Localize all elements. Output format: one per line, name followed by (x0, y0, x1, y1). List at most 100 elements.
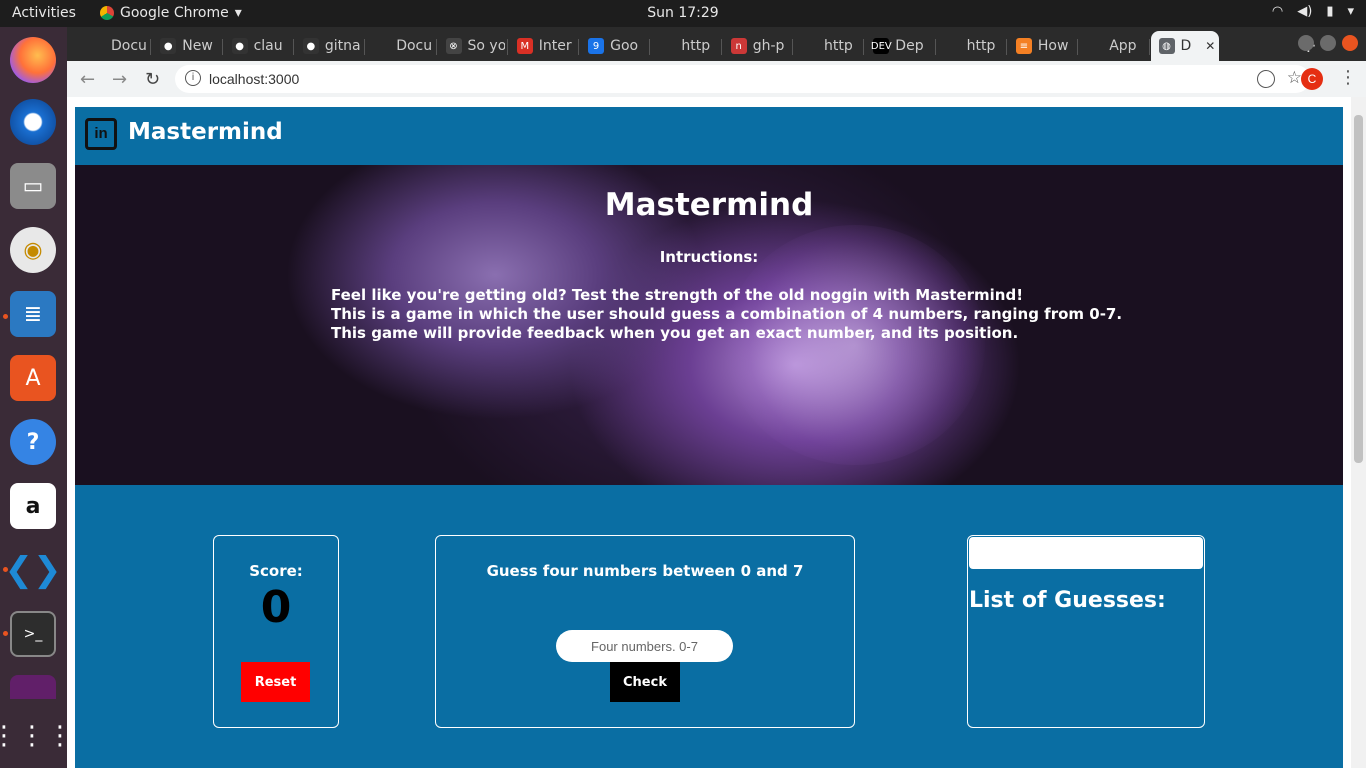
tab-label: http (966, 38, 996, 54)
page-icon (802, 38, 818, 54)
browser-tab[interactable]: Docu (366, 31, 433, 61)
tab-separator (792, 39, 793, 55)
page-scrollbar[interactable] (1351, 97, 1366, 768)
mastermind-app: in Mastermind Mastermind Intructions: Fe… (75, 107, 1343, 768)
minimize-button[interactable] (1298, 35, 1314, 51)
browser-tab[interactable]: M Inter (509, 31, 576, 61)
tab-label: D (1180, 38, 1192, 54)
running-indicator (3, 314, 8, 319)
forward-button[interactable]: → (112, 69, 127, 90)
browser-tab[interactable]: n gh-p (723, 31, 790, 61)
tab-separator (649, 39, 651, 55)
show-apps-icon[interactable]: ⋮⋮⋮ (0, 713, 73, 759)
system-tray[interactable]: ◠ ◀) ▮ ▾ (1272, 4, 1354, 19)
x-circle-icon: ⊗ (445, 38, 462, 54)
reset-button[interactable]: Reset (241, 662, 310, 702)
tab-label: App (1109, 38, 1137, 54)
dock: ▭ ◉ ≣ A ? a ❮❯ >_ ⋮⋮⋮ (0, 27, 73, 768)
maximize-button[interactable] (1320, 35, 1336, 51)
score-label: Score: (249, 562, 303, 580)
activities-button[interactable]: Activities (12, 5, 76, 21)
score-card: Score: 0 Reset (213, 535, 339, 728)
page-icon (945, 38, 961, 54)
rhythmbox-icon[interactable]: ◉ (10, 227, 56, 273)
browser-tab[interactable]: 9 Goo (580, 31, 647, 61)
tab-label: gitna (324, 38, 361, 54)
bookmark-star-icon[interactable]: ☆ (1287, 68, 1302, 88)
tab-label: clau (253, 38, 283, 54)
files-icon[interactable]: ▭ (10, 163, 56, 209)
wifi-icon: ◠ (1271, 4, 1284, 19)
browser-tab[interactable]: http (937, 31, 1004, 61)
browser-tab[interactable]: ⊗ So yo (438, 31, 505, 61)
check-button[interactable]: Check (610, 662, 680, 702)
github-icon: ● (160, 38, 177, 54)
window-controls (1298, 35, 1358, 51)
back-button[interactable]: ← (80, 69, 95, 90)
running-indicator (3, 631, 8, 636)
browser-tab[interactable]: Docu (81, 31, 148, 61)
browser-tab[interactable]: DEV Dep (865, 31, 932, 61)
browser-tab[interactable]: ● gitna (295, 31, 362, 61)
browser-tab[interactable]: App (1079, 31, 1146, 61)
chevron-down-icon: ▾ (234, 5, 242, 21)
tab-separator (934, 39, 936, 55)
scrollbar-thumb[interactable] (1354, 115, 1363, 463)
battery-icon: ▮ (1326, 4, 1334, 19)
github-icon: ● (231, 38, 248, 54)
info-icon[interactable]: i (185, 70, 201, 86)
guesses-card: List of Guesses: (967, 535, 1205, 728)
volume-icon: ◀) (1297, 4, 1313, 19)
tab-label: http (824, 38, 853, 54)
browser-tab[interactable]: http (794, 31, 861, 61)
tab-active[interactable]: ◍ D ✕ (1150, 31, 1219, 61)
amazon-icon[interactable]: a (10, 483, 56, 529)
page-icon (1087, 38, 1103, 54)
help-icon[interactable]: ? (10, 419, 56, 465)
vscode-icon[interactable]: ❮❯ (5, 547, 62, 593)
browser-tab[interactable]: ≡ How (1008, 31, 1075, 61)
reload-button[interactable]: ↻ (145, 69, 160, 90)
extension-icon[interactable] (1257, 70, 1275, 88)
instruction-line: This game will provide feedback when you… (331, 324, 1019, 342)
page-viewport: in Mastermind Mastermind Intructions: Fe… (67, 97, 1366, 768)
guess-prompt: Guess four numbers between 0 and 7 (486, 562, 804, 580)
browser-tab[interactable]: http (651, 31, 718, 61)
tab-label: Goo (610, 38, 639, 54)
github-icon: ● (302, 38, 319, 54)
app-menu-label: Google Chrome (120, 5, 229, 21)
guess-input[interactable] (556, 630, 733, 662)
close-window-button[interactable] (1342, 35, 1358, 51)
tab-separator (1005, 39, 1007, 55)
globe-icon: ◍ (1158, 38, 1175, 54)
software-center-icon[interactable]: A (10, 355, 56, 401)
npm-icon: n (730, 38, 747, 54)
tab-strip: Docu ● New ● clau ● gitna Docu ⊗ So yo M Inter 9 Goo h… (67, 27, 1366, 61)
terminal-icon[interactable]: >_ (10, 611, 56, 657)
hero-banner: Mastermind Intructions: Feel like you're… (75, 165, 1343, 485)
clock[interactable]: Sun 17:29 (647, 5, 718, 21)
firefox-icon[interactable] (10, 37, 56, 83)
linkedin-logo-icon[interactable]: in (85, 118, 117, 150)
instruction-line: Feel like you're getting old? Test the s… (331, 286, 1024, 304)
instructions-heading: Intructions: (659, 248, 759, 266)
tab-separator (578, 39, 580, 55)
site-navbar: in Mastermind (75, 107, 1343, 165)
dev-icon: DEV (871, 38, 892, 54)
tab-separator (1077, 39, 1079, 55)
close-tab-icon[interactable]: ✕ (1205, 39, 1215, 53)
tab-label: So yo (467, 38, 505, 54)
profile-avatar[interactable]: C (1301, 68, 1323, 90)
running-indicator (3, 567, 8, 572)
thunderbird-icon[interactable] (10, 99, 56, 145)
browser-tab[interactable]: ● clau (224, 31, 291, 61)
site-brand[interactable]: Mastermind (128, 119, 283, 145)
address-bar[interactable]: i localhost:3000 ☆ (175, 65, 1310, 93)
browser-tab[interactable]: ● New (152, 31, 219, 61)
writer-icon[interactable]: ≣ (10, 291, 56, 337)
slack-icon[interactable] (10, 675, 56, 699)
doc-icon (89, 38, 105, 54)
menu-kebab-icon[interactable]: ⋮ (1339, 67, 1357, 88)
app-menu[interactable]: Google Chrome ▾ (100, 5, 242, 21)
gmail-icon: M (516, 38, 533, 54)
